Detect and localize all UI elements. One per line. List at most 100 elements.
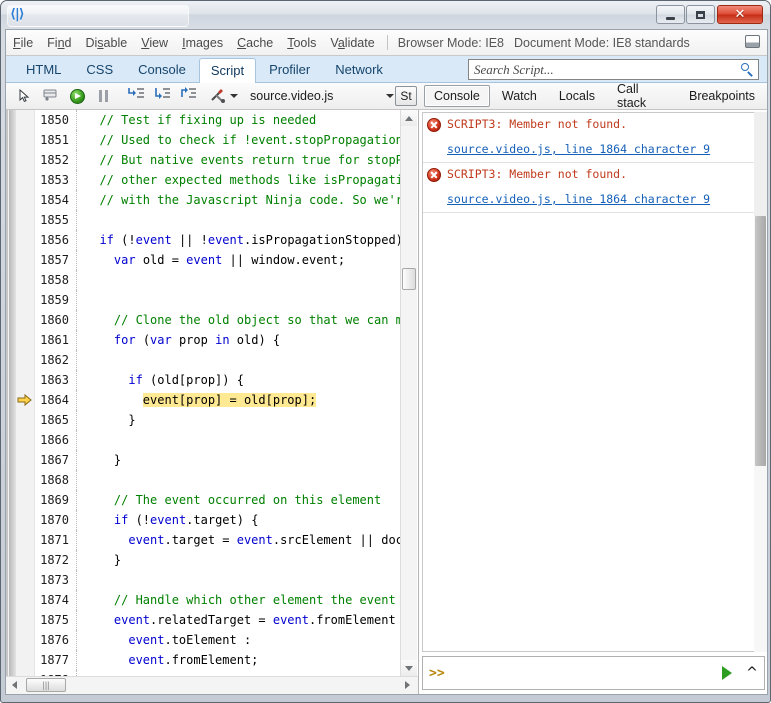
tab-network[interactable]: Network (323, 57, 395, 83)
wrench-hammer-icon (210, 89, 228, 103)
search-icon[interactable] (738, 60, 758, 79)
tab-console[interactable]: Console (126, 57, 198, 83)
panel-tab-breakpoints[interactable]: Breakpoints (679, 85, 765, 107)
break-all-pause-button[interactable] (90, 84, 116, 108)
tab-profiler[interactable]: Profiler (257, 57, 322, 83)
panel-tab-console[interactable]: Console (424, 85, 490, 107)
tab-html[interactable]: HTML (14, 57, 73, 83)
main-tabs: HTML CSS Console Script Profiler Network (14, 56, 396, 84)
document-mode-label[interactable]: Document Mode: IE8 standards (509, 33, 695, 53)
console-error-entry: SCRIPT3: Member not found. source.video.j… (423, 163, 764, 213)
code-line[interactable]: 1876 event.toElement : (35, 630, 402, 650)
debug-tools-button[interactable] (208, 84, 240, 108)
panel-tab-watch[interactable]: Watch (492, 85, 547, 107)
line-number: 1858 (35, 270, 77, 290)
console-source-link[interactable]: source.video.js, line 1864 character 9 (447, 192, 710, 206)
scroll-down-button[interactable] (401, 660, 417, 676)
menu-file[interactable]: File (6, 33, 40, 53)
scroll-right-button[interactable] (399, 677, 416, 693)
panel-tab-call-stack[interactable]: Call stack (607, 78, 677, 114)
minimize-button[interactable] (656, 5, 685, 24)
start-debugging-button[interactable]: St (395, 86, 417, 106)
tab-css[interactable]: CSS (74, 57, 125, 83)
console-output-list[interactable]: SCRIPT3: Member not found. source.video.j… (422, 112, 765, 652)
line-number: 1865 (35, 410, 77, 430)
code-lines[interactable]: 1850 // Test if fixing up is needed 1851 … (35, 110, 402, 676)
code-line[interactable]: 1867 } (35, 450, 402, 470)
code-line[interactable]: 1850 // Test if fixing up is needed (35, 110, 402, 130)
step-out-button[interactable] (175, 84, 201, 108)
step-into-button[interactable] (123, 84, 149, 108)
dock-window-icon[interactable] (745, 35, 760, 48)
console-vscroll-thumb[interactable] (755, 216, 766, 466)
code-line[interactable]: 1865 } (35, 410, 402, 430)
console-input[interactable] (450, 665, 714, 681)
code-line[interactable]: 1858 (35, 270, 402, 290)
menu-view[interactable]: View (134, 33, 175, 53)
code-line[interactable]: 1857 var old = event || window.event; (35, 250, 402, 270)
select-element-cursor-button[interactable] (12, 84, 38, 108)
run-script-button[interactable] (714, 659, 740, 687)
line-number: 1862 (35, 350, 77, 370)
code-line[interactable]: 1877 event.fromElement; (35, 650, 402, 670)
code-vertical-scrollbar[interactable] (400, 110, 417, 676)
breakpoint-gutter[interactable] (6, 110, 35, 676)
search-input[interactable] (469, 61, 738, 78)
menu-tools[interactable]: Tools (280, 33, 323, 53)
line-code: for (var prop in old) { (113, 333, 281, 347)
scroll-up-button[interactable] (401, 110, 417, 126)
menu-cache[interactable]: Cache (230, 33, 280, 53)
code-line[interactable]: 1860 // Clone the old object so that we … (35, 310, 402, 330)
script-file-select[interactable]: source.video.js (246, 86, 398, 106)
code-line[interactable]: 1870 if (!event.target) { (35, 510, 402, 530)
step-over-button[interactable] (149, 84, 175, 108)
code-line[interactable]: 1871 event.target = event.srcElement || … (35, 530, 402, 550)
menu-validate[interactable]: Validate (323, 33, 381, 53)
menu-images[interactable]: Images (175, 33, 230, 53)
line-number: 1863 (35, 370, 77, 390)
line-code: // with the Javascript Ninja code. So we… (99, 193, 402, 207)
code-line[interactable]: 1861 for (var prop in old) { (35, 330, 402, 350)
code-horizontal-scrollbar[interactable]: ||| (6, 676, 418, 694)
code-line[interactable]: 1875 event.relatedTarget = event.fromEle… (35, 610, 402, 630)
console-vertical-scrollbar[interactable] (754, 112, 767, 652)
code-line[interactable]: 1856 if (!event || !event.isPropagationS… (35, 230, 402, 250)
code-scroll-area[interactable]: 1850 // Test if fixing up is needed 1851 … (6, 110, 402, 676)
panel-tab-locals[interactable]: Locals (549, 85, 605, 107)
menu-disable[interactable]: Disable (78, 33, 134, 53)
code-line[interactable]: 1866 (35, 430, 402, 450)
tab-script[interactable]: Script (198, 58, 257, 84)
console-source-link[interactable]: source.video.js, line 1864 character 9 (447, 142, 710, 156)
menu-find[interactable]: Find (40, 33, 78, 53)
browser-mode-label[interactable]: Browser Mode: IE8 (393, 33, 509, 53)
code-line[interactable]: 1854 // with the Javascript Ninja code. … (35, 190, 402, 210)
scroll-left-button[interactable] (6, 677, 23, 693)
code-line[interactable]: 1863 if (old[prop]) { (35, 370, 402, 390)
code-line[interactable]: 1851 // Used to check if !event.stopProp… (35, 130, 402, 150)
line-code: // Clone the old object so that we can m… (113, 313, 402, 327)
code-vscroll-thumb[interactable] (402, 268, 416, 290)
line-code: event.fromElement; (128, 653, 259, 667)
code-line[interactable]: 1852 // But native events return true fo… (35, 150, 402, 170)
code-line[interactable]: 1872 } (35, 550, 402, 570)
code-line[interactable]: 1874 // Handle which other element the e… (35, 590, 402, 610)
code-line[interactable]: 1873 (35, 570, 402, 590)
code-line[interactable]: 1868 (35, 470, 402, 490)
code-hscroll-thumb[interactable]: ||| (26, 678, 66, 692)
close-button[interactable]: ✕ (717, 5, 763, 24)
maximize-button[interactable] (686, 5, 715, 24)
window-bottom-edge (5, 695, 768, 702)
code-line[interactable]: 1864 event[prop] = old[prop]; (35, 390, 402, 410)
expand-console-button[interactable]: ^ (740, 659, 764, 687)
console-message-row: SCRIPT3: Member not found. (423, 113, 764, 134)
continue-run-button[interactable] (64, 84, 90, 108)
toggle-breakpoint-button[interactable] (38, 84, 64, 108)
code-line[interactable]: 1859 (35, 290, 402, 310)
code-line[interactable]: 1862 (35, 350, 402, 370)
code-line[interactable]: 1869 // The event occurred on this eleme… (35, 490, 402, 510)
code-line[interactable]: 1855 (35, 210, 402, 230)
code-line[interactable]: 1853 // other expected methods like isPr… (35, 170, 402, 190)
